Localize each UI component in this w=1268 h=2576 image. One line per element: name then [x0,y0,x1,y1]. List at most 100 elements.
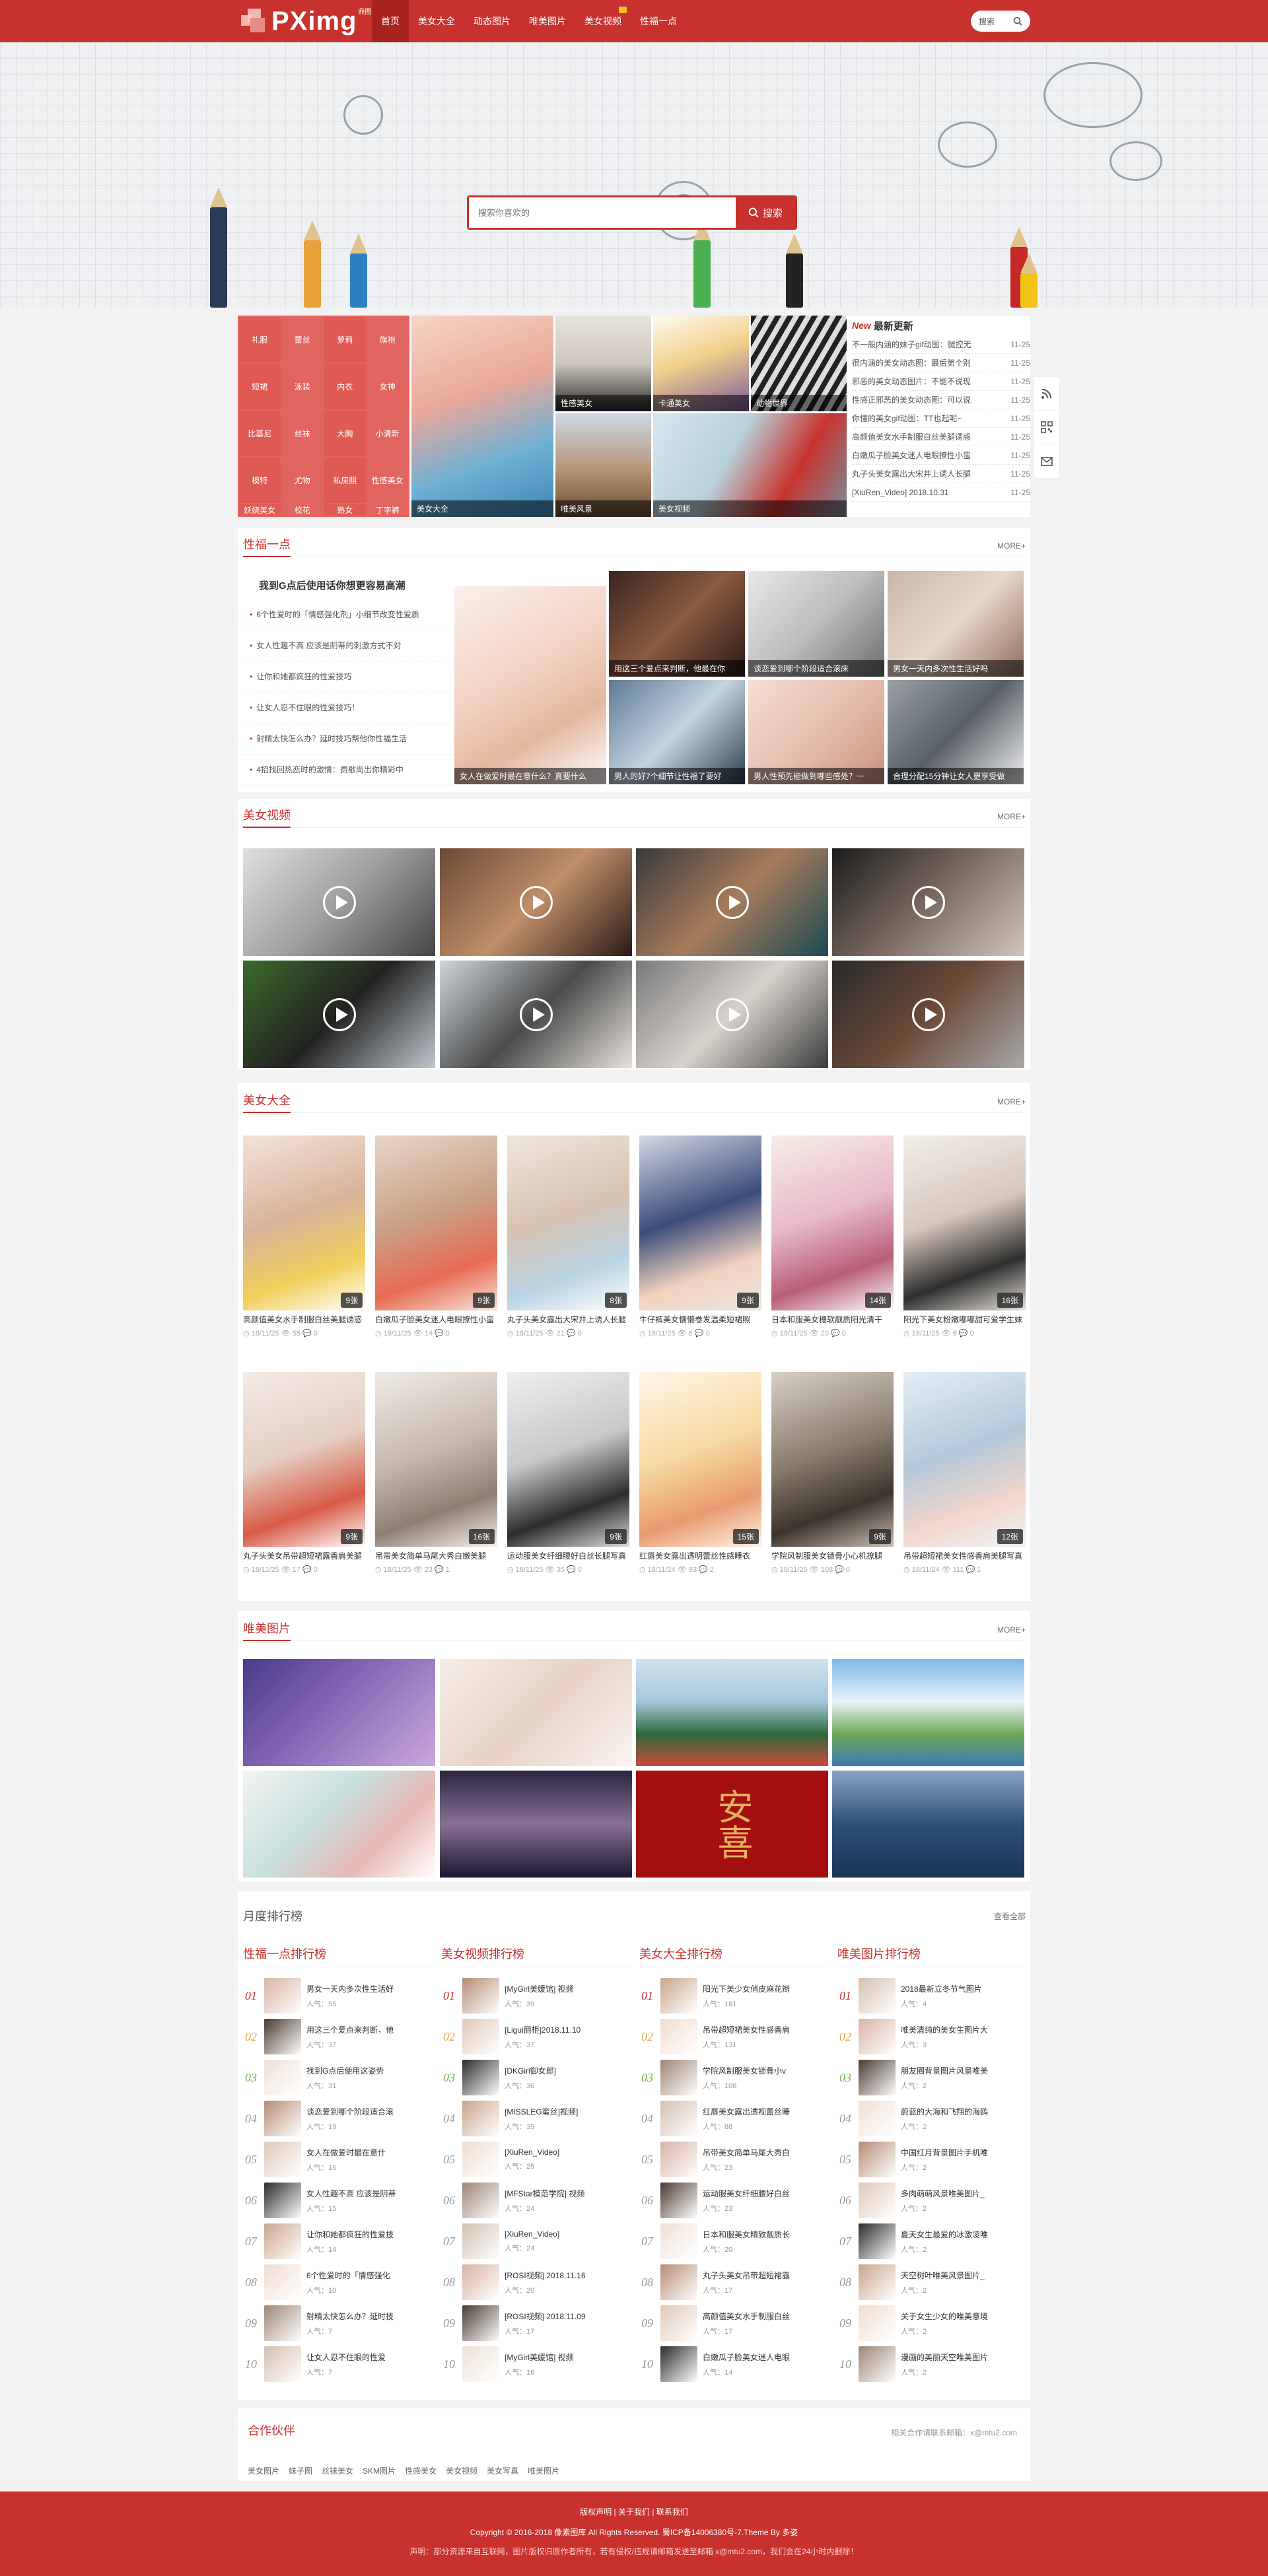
ranking-item[interactable]: 06 多肉萌萌风景唯美图片_ 人气：2 [837,2180,1028,2221]
tag-item[interactable]: 礼服 [239,317,281,362]
ranking-item[interactable]: 05 中国红月背景图片手机唯 人气：2 [837,2139,1028,2180]
ranking-item[interactable]: 02 吊带超短裙美女性感香肩 人气：131 [639,2016,829,2057]
partner-link[interactable]: 性感美女 [405,2465,437,2476]
ranking-item[interactable]: 02 [Ligui丽柜]2018.11.10 人气：37 [441,2016,631,2057]
gallery-title[interactable]: 丸子头美女露出大宋井上诱人长腿 [507,1312,629,1327]
featured-photo[interactable]: 卡通美女 [653,316,749,411]
partner-link[interactable]: SKM图片 [363,2465,396,2476]
news-item[interactable]: 邪恶的美女动态图片：不能不说现 11-25 [852,372,1030,391]
ranking-item[interactable]: 05 [XiuRen_Video] 人气：25 [441,2139,631,2180]
nav-romance[interactable]: 性福一点 [631,0,686,42]
news-item[interactable]: 性感正邪恶的美女动态图：可以说 11-25 [852,391,1030,409]
ranking-item[interactable]: 09 高颜值美女水手制服白丝 人气：17 [639,2303,829,2344]
aesthetic-photo[interactable] [440,1659,632,1766]
tag-item[interactable]: 尤物 [281,458,323,503]
ranking-item[interactable]: 09 关于女生少女的唯美意境 人气：2 [837,2303,1028,2344]
aesthetic-photo[interactable] [440,1771,632,1878]
tag-item[interactable]: 妖娆美女 [239,504,281,516]
nav-beauty-all[interactable]: 美女大全 [409,0,464,42]
gallery-title[interactable]: 吊带超短裙美女性感香肩美腿写真 [903,1549,1026,1563]
gallery-title[interactable]: 红唇美女露出透明蕾丝性感睡衣 [639,1549,761,1563]
news-item[interactable]: 丸子头美女露出大宋井上诱人长腿 11-25 [852,465,1030,483]
ranking-item[interactable]: 09 [ROSI视频] 2018.11.09 人气：17 [441,2303,631,2344]
ranking-item[interactable]: 07 [XiuRen_Video] 人气：24 [441,2221,631,2262]
romance-photo[interactable]: 男人的好7个细节让性福了要好 [609,680,745,784]
tag-item[interactable]: 女神 [367,364,408,409]
ranking-item[interactable]: 10 漫画的美丽天空唯美图片 人气：2 [837,2344,1028,2385]
gallery-photo[interactable]: 9张 [771,1372,894,1547]
tag-item[interactable]: 萝莉 [324,317,366,362]
news-item[interactable]: [XiuRen_Video] 2018.10.31 11-25 [852,483,1030,502]
gallery-photo[interactable]: 8张 [507,1135,629,1310]
ranking-item[interactable]: 04 红唇美女露出透视蕾丝睡 人气：88 [639,2098,829,2139]
romance-photo[interactable]: 谈恋爱到哪个阶段适合滚床 [748,571,884,677]
gallery-title[interactable]: 高颜值美女水手制服白丝美腿诱惑 [243,1312,365,1327]
featured-photo[interactable]: 唯美风景 [555,413,651,517]
aesthetic-photo[interactable]: 安喜 [636,1771,828,1878]
partner-link[interactable]: 美女图片 [248,2465,279,2476]
ranking-item[interactable]: 06 女人性趣不高 应该是阴蒂 人气：15 [243,2180,433,2221]
tag-item[interactable]: 模特 [239,458,281,503]
gallery-photo[interactable]: 16张 [903,1135,1026,1310]
more-link[interactable]: MORE+ [997,1097,1026,1106]
ranking-item[interactable]: 10 让女人忍不住眼的性爱 人气：7 [243,2344,433,2385]
gallery-photo[interactable]: 15张 [639,1372,761,1547]
nav-home[interactable]: 首页 [372,0,409,42]
featured-photo[interactable]: 美女大全 [411,316,553,517]
romance-big-photo[interactable]: 女人在做爱时最在意什么？真要什么 [454,586,606,784]
partner-link[interactable]: 丝袜美女 [322,2465,353,2476]
ranking-item[interactable]: 10 白嫩瓜子脸美女迷人电眼 人气：14 [639,2344,829,2385]
more-link[interactable]: MORE+ [997,1625,1026,1635]
ranking-item[interactable]: 01 男女一天内多次性生活好 人气：55 [243,1975,433,2016]
nav-aesthetic[interactable]: 唯美图片 [520,0,575,42]
gallery-title[interactable]: 白嫩瓜子脸美女迷人电眼撩性小蛮 [375,1312,497,1327]
ranking-item[interactable]: 04 谈恋爱到哪个阶段适合滚 人气：19 [243,2098,433,2139]
aesthetic-photo[interactable] [832,1659,1024,1766]
ranking-item[interactable]: 03 朋友圈背景图片风景唯美 人气：2 [837,2057,1028,2098]
romance-photo[interactable]: 合理分配15分钟让女人更享受做 [888,680,1024,784]
tag-item[interactable]: 短裙 [239,364,281,409]
partner-link[interactable]: 美女写真 [487,2465,518,2476]
gallery-title[interactable]: 日本和服美女穗软靓质阳光清干 [771,1312,894,1327]
tag-item[interactable]: 大胸 [324,411,366,456]
ranking-item[interactable]: 07 夏天女生最爱的冰激凌唯 人气：2 [837,2221,1028,2262]
partner-link[interactable]: 妹子图 [289,2465,312,2476]
list-item[interactable]: 让你和她都疯狂的性爱技巧 [243,661,454,693]
ranking-item[interactable]: 08 丸子头美女吊带超短裙露 人气：17 [639,2262,829,2303]
gallery-photo[interactable]: 9张 [243,1135,365,1310]
site-logo[interactable]: PXimg 鼎图网 [241,4,378,38]
ranking-item[interactable]: 01 阳光下美少女俏皮麻花辫 人气：181 [639,1975,829,2016]
tag-item[interactable]: 丁字裤 [367,504,408,516]
gallery-title[interactable]: 牛仔裤美女慵懒卷发温柔短裙照 [639,1312,761,1327]
video-thumb[interactable] [636,961,828,1068]
gallery-photo[interactable]: 16张 [375,1372,497,1547]
aesthetic-photo[interactable] [636,1659,828,1766]
featured-photo[interactable]: 美女视频 [653,413,847,517]
tag-item[interactable]: 性感美女 [367,458,408,503]
hero-search-input[interactable] [469,197,736,228]
gallery-photo[interactable]: 9张 [375,1135,497,1310]
ranking-item[interactable]: 01 [MyGirl美媛馆] 视频 人气：39 [441,1975,631,2016]
romance-photo[interactable]: 用这三个爱点来判断，他最在你 [609,571,745,677]
tag-item[interactable]: 泳装 [281,364,323,409]
more-link[interactable]: MORE+ [997,541,1026,551]
video-thumb[interactable] [243,848,435,956]
gallery-title[interactable]: 丸子头美女吊带超短裙露香肩美腿 [243,1549,365,1563]
featured-photo[interactable]: 动物世界 [751,316,847,411]
ranking-item[interactable]: 08 [ROSI视频] 2018.11.16 人气：20 [441,2262,631,2303]
tag-item[interactable]: 丝袜 [281,411,323,456]
ranking-item[interactable]: 05 女人在做爱时最在意什 人气：16 [243,2139,433,2180]
list-item[interactable]: 6个性爱时的「情感强化剂」小细节改变性爱质 [243,599,454,630]
news-item[interactable]: 白嫩瓜子脸美女迷人电眼撩性小蛮 11-25 [852,446,1030,465]
news-item[interactable]: 高颜值美女水手制服白丝美腿诱惑 11-25 [852,428,1030,446]
tag-item[interactable]: 蕾丝 [281,317,323,362]
view-all-link[interactable]: 查看全部 [994,1911,1026,1922]
ranking-item[interactable]: 02 唯美清纯的美女生图片大 人气：3 [837,2016,1028,2057]
ranking-item[interactable]: 04 [MISSLEG蜜丝]视频] 人气：35 [441,2098,631,2139]
tag-item[interactable]: 私房照 [324,458,366,503]
tag-item[interactable]: 小清新 [367,411,408,456]
tag-item[interactable]: 熟女 [324,504,366,516]
featured-photo[interactable]: 性感美女 [555,316,651,411]
tag-item[interactable]: 内衣 [324,364,366,409]
ranking-item[interactable]: 06 [MFStar模范学院] 视频 人气：24 [441,2180,631,2221]
